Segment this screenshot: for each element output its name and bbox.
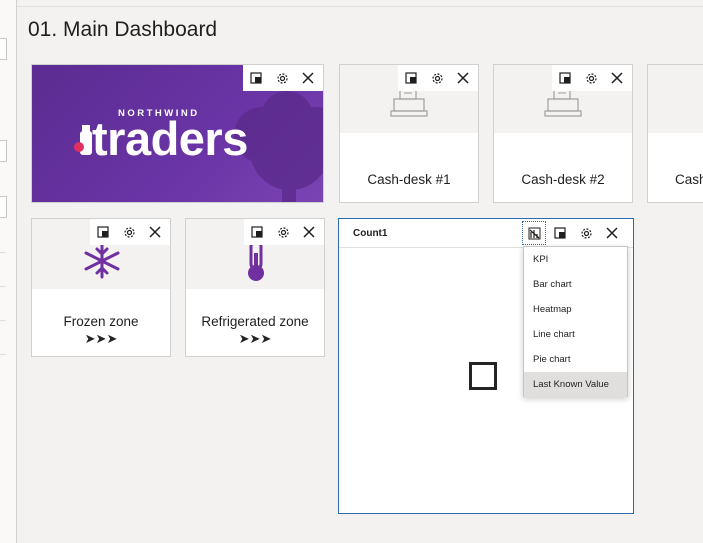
close-icon[interactable] bbox=[296, 219, 322, 245]
cash-desk-3-tile[interactable]: Cash bbox=[647, 64, 703, 203]
pin-to-dashboard-icon[interactable] bbox=[552, 65, 578, 91]
pin-to-dashboard-icon[interactable] bbox=[547, 220, 573, 246]
close-icon[interactable] bbox=[604, 65, 630, 91]
gear-icon[interactable] bbox=[573, 220, 599, 246]
visualization-type-icon[interactable] bbox=[521, 220, 547, 246]
menu-item-kpi[interactable]: KPI bbox=[524, 247, 627, 272]
tile-toolbar bbox=[243, 65, 323, 91]
left-panel-divider bbox=[0, 252, 6, 253]
count1-header: Count1 bbox=[339, 219, 633, 248]
pin-to-dashboard-icon[interactable] bbox=[90, 219, 116, 245]
visual-placeholder bbox=[469, 362, 497, 390]
gear-icon[interactable] bbox=[578, 65, 604, 91]
left-panel-field-1[interactable] bbox=[0, 38, 7, 60]
close-icon[interactable] bbox=[142, 219, 168, 245]
tile-label: Frozen zone bbox=[63, 314, 139, 329]
count1-title: Count1 bbox=[353, 228, 388, 239]
gear-icon[interactable] bbox=[270, 219, 296, 245]
left-panel-divider bbox=[0, 354, 6, 355]
menu-item-heatmap[interactable]: Heatmap bbox=[524, 297, 627, 322]
left-panel bbox=[0, 0, 17, 543]
close-icon[interactable] bbox=[450, 65, 476, 91]
cash-desk-2-tile[interactable]: Cash-desk #2 bbox=[493, 64, 633, 203]
refrigerated-zone-tile[interactable]: Refrigerated zone ➤➤➤ bbox=[185, 218, 325, 357]
pin-to-dashboard-icon[interactable] bbox=[398, 65, 424, 91]
left-panel-field-3[interactable] bbox=[0, 196, 7, 218]
menu-item-last-known-value[interactable]: Last Known Value bbox=[524, 372, 627, 397]
trend-arrows: ➤➤➤ bbox=[238, 331, 272, 346]
northwind-banner-tile[interactable]: NORTHWIND traders bbox=[31, 64, 324, 203]
visual-type-menu: KPI Bar chart Heatmap Line chart Pie cha… bbox=[523, 246, 628, 397]
left-panel-divider bbox=[0, 320, 6, 321]
menu-item-pie-chart[interactable]: Pie chart bbox=[524, 347, 627, 372]
tile-label: Cash-desk #2 bbox=[521, 172, 605, 187]
brand-big-text: traders bbox=[92, 112, 248, 165]
left-panel-divider bbox=[0, 286, 6, 287]
left-panel-field-2[interactable] bbox=[0, 140, 7, 162]
close-icon[interactable] bbox=[599, 220, 625, 246]
tile-icon-band bbox=[648, 65, 703, 133]
tile-label: Refrigerated zone bbox=[201, 314, 309, 329]
frozen-zone-tile[interactable]: Frozen zone ➤➤➤ bbox=[31, 218, 171, 357]
cash-desk-1-tile[interactable]: Cash-desk #1 bbox=[339, 64, 479, 203]
tile-label: Cash bbox=[675, 172, 703, 187]
gear-icon[interactable] bbox=[269, 65, 295, 91]
tile-label: Cash-desk #1 bbox=[367, 172, 451, 187]
page-title: 01. Main Dashboard bbox=[28, 18, 218, 41]
tile-toolbar bbox=[398, 65, 478, 91]
fruit-bottle-icon bbox=[74, 125, 92, 155]
pin-to-dashboard-icon[interactable] bbox=[244, 219, 270, 245]
gear-icon[interactable] bbox=[116, 219, 142, 245]
tile-toolbar bbox=[244, 219, 324, 245]
trend-arrows: ➤➤➤ bbox=[84, 331, 118, 346]
tile-toolbar bbox=[521, 220, 629, 246]
menu-item-line-chart[interactable]: Line chart bbox=[524, 322, 627, 347]
gear-icon[interactable] bbox=[424, 65, 450, 91]
close-icon[interactable] bbox=[295, 65, 321, 91]
tile-toolbar bbox=[552, 65, 632, 91]
snowflake-icon bbox=[84, 243, 120, 279]
thermometer-icon bbox=[248, 239, 264, 281]
tile-toolbar bbox=[90, 219, 170, 245]
top-divider bbox=[0, 6, 703, 7]
pin-to-dashboard-icon[interactable] bbox=[243, 65, 269, 91]
menu-item-bar-chart[interactable]: Bar chart bbox=[524, 272, 627, 297]
